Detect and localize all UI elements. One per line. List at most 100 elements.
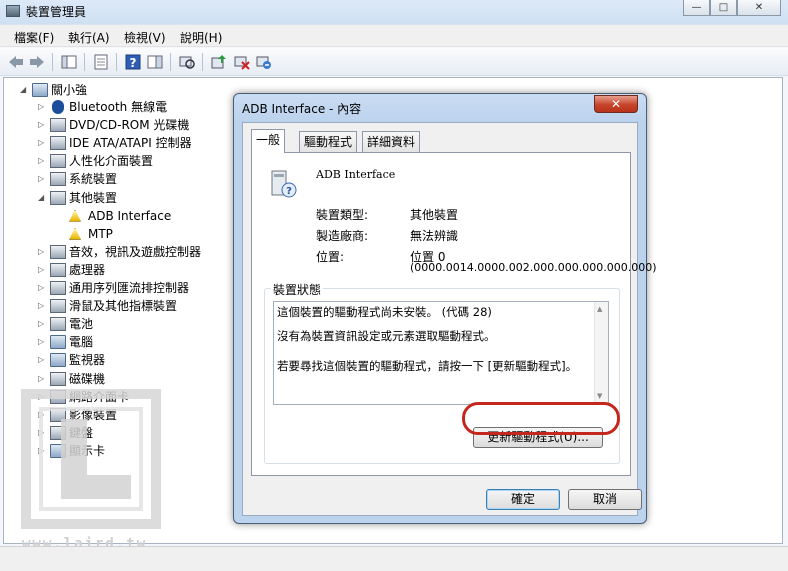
expand-arrow-icon[interactable]: ▷ xyxy=(38,333,48,351)
action-pane-icon[interactable] xyxy=(146,53,164,71)
usb-controller-icon xyxy=(50,281,66,295)
forward-arrow-icon[interactable] xyxy=(28,53,46,71)
window-title: 裝置管理員 xyxy=(26,5,87,19)
dialog-client: 一般 驅動程式 詳細資料 ? ADB Interface 裝置類型: 其他裝置 … xyxy=(242,122,657,516)
expand-arrow-icon[interactable]: ▷ xyxy=(38,297,48,315)
location-label: 位置: xyxy=(316,250,345,264)
tree-item-label: IDE ATA/ATAPI 控制器 xyxy=(69,136,192,151)
menu-help[interactable]: 說明(H) xyxy=(180,29,222,46)
system-device-icon xyxy=(50,172,66,187)
manufacturer-label: 製造廠商: xyxy=(316,229,369,243)
expand-arrow-icon[interactable]: ▷ xyxy=(38,279,48,297)
processor-icon xyxy=(50,262,66,277)
expand-arrow-icon[interactable]: ▷ xyxy=(38,116,48,134)
cancel-button[interactable]: 取消 xyxy=(568,489,642,510)
toolbar: ? xyxy=(0,48,788,76)
tree-item-label: ADB Interface xyxy=(88,208,172,223)
tree-item-label: 監視器 xyxy=(69,353,106,368)
back-arrow-icon[interactable] xyxy=(7,53,25,71)
tab-details[interactable]: 詳細資料 xyxy=(362,131,421,152)
close-button[interactable]: ✕ xyxy=(737,0,781,16)
tab-general[interactable]: 一般 xyxy=(251,129,286,153)
sound-icon xyxy=(50,244,66,259)
properties-dialog: ADB Interface - 內容 ✕ 一般 驅動程式 詳細資料 ? ADB … xyxy=(233,93,657,524)
device-manager-icon xyxy=(6,5,20,17)
unknown-device-icon: ? xyxy=(271,170,297,198)
svg-text:?: ? xyxy=(130,56,137,70)
expand-arrow-icon[interactable]: ▷ xyxy=(38,370,48,388)
tree-item-label: 人性化介面裝置 xyxy=(69,154,154,169)
device-status-title: 裝置狀態 xyxy=(271,281,324,298)
title-bar: 裝置管理員 — □ ✕ xyxy=(0,0,788,24)
tree-item-label: 其他裝置 xyxy=(69,190,118,205)
tree-item-label: 處理器 xyxy=(69,262,106,277)
tree-item-label: 音效，視訊及遊戲控制器 xyxy=(69,244,202,259)
tree-item-label: Bluetooth 無線電 xyxy=(69,100,168,114)
dialog-title: ADB Interface - 內容 xyxy=(242,102,362,116)
battery-icon xyxy=(50,317,66,332)
update-driver-icon[interactable] xyxy=(210,53,228,71)
tree-item-label: MTP xyxy=(88,226,113,241)
uninstall-device-icon[interactable] xyxy=(233,53,251,71)
dvd-drive-icon xyxy=(50,118,66,133)
disk-drive-icon xyxy=(50,371,66,386)
ide-controller-icon xyxy=(50,136,66,151)
svg-text:?: ? xyxy=(286,186,292,197)
status-line: 若要尋找這個裝置的驅動程式，請按一下 [更新驅動程式]。 xyxy=(277,359,578,373)
tree-item-label: 電池 xyxy=(69,317,94,332)
warning-device-icon xyxy=(69,227,81,240)
dialog-close-button[interactable]: ✕ xyxy=(594,95,638,113)
show-hide-console-tree-icon[interactable] xyxy=(60,53,78,71)
menu-action[interactable]: 執行(A) xyxy=(68,29,110,46)
expand-arrow-icon[interactable]: ▷ xyxy=(38,315,48,333)
properties-icon[interactable] xyxy=(92,53,110,71)
expand-arrow-icon[interactable]: ▷ xyxy=(38,243,48,261)
device-status-group: 裝置狀態 這個裝置的驅動程式尚未安裝。 (代碼 28) 沒有為裝置資訊設定或元素… xyxy=(264,281,620,464)
warning-device-icon xyxy=(69,209,81,222)
device-type-value: 其他裝置 xyxy=(410,208,459,222)
minimize-button[interactable]: — xyxy=(683,0,710,16)
expand-arrow-icon[interactable]: ▷ xyxy=(38,152,48,170)
mouse-icon xyxy=(50,299,66,314)
menu-file[interactable]: 檔案(F) xyxy=(14,29,54,46)
device-status-text[interactable]: 這個裝置的驅動程式尚未安裝。 (代碼 28) 沒有為裝置資訊設定或元素選取驅動程… xyxy=(273,301,609,405)
tree-item-label: 磁碟機 xyxy=(69,371,106,386)
maximize-button[interactable]: □ xyxy=(710,0,737,16)
device-name: ADB Interface xyxy=(316,168,396,181)
highlight-annotation xyxy=(462,402,620,435)
tree-item-label: 系統裝置 xyxy=(69,172,118,187)
status-line: 沒有為裝置資訊設定或元素選取驅動程式。 xyxy=(277,329,496,343)
manufacturer-value: 無法辨識 xyxy=(410,229,459,243)
help-icon[interactable]: ? xyxy=(124,53,142,71)
tree-item-label: 滑鼠及其他指標裝置 xyxy=(69,299,178,314)
expand-arrow-icon[interactable]: ▷ xyxy=(38,134,48,152)
tab-driver[interactable]: 驅動程式 xyxy=(299,131,358,152)
laird-watermark-logo xyxy=(21,389,161,529)
collapse-arrow-icon[interactable]: ◢ xyxy=(38,189,48,207)
computer-icon xyxy=(50,335,66,350)
ok-button[interactable]: 確定 xyxy=(486,489,560,510)
expand-arrow-icon[interactable]: ▷ xyxy=(38,98,48,116)
monitor-icon xyxy=(50,353,66,368)
tree-item-label: DVD/CD-ROM 光碟機 xyxy=(69,118,190,133)
bluetooth-icon xyxy=(52,100,64,114)
tree-item-label: 電腦 xyxy=(69,335,94,350)
collapse-arrow-icon[interactable]: ◢ xyxy=(20,81,30,99)
computer-icon xyxy=(32,83,48,97)
menu-view[interactable]: 檢視(V) xyxy=(124,29,166,46)
device-type-label: 裝置類型: xyxy=(316,208,369,222)
disable-device-icon[interactable] xyxy=(255,53,273,71)
tree-root-label: 關小強 xyxy=(51,83,88,97)
expand-arrow-icon[interactable]: ▷ xyxy=(38,170,48,188)
status-line: 這個裝置的驅動程式尚未安裝。 (代碼 28) xyxy=(277,305,492,319)
tree-item-label: 通用序列匯流排控制器 xyxy=(69,281,190,295)
status-bar xyxy=(0,546,788,571)
expand-arrow-icon[interactable]: ▷ xyxy=(38,351,48,369)
hid-icon xyxy=(50,154,66,169)
menu-bar: 檔案(F) 執行(A) 檢視(V) 說明(H) xyxy=(0,25,788,47)
other-device-icon xyxy=(50,190,66,205)
status-scrollbar[interactable]: ▲ ▼ xyxy=(594,302,608,404)
location-path-value: (0000.0014.0000.002.000.000.000.000.000) xyxy=(410,261,657,274)
scan-hardware-icon[interactable] xyxy=(178,53,196,71)
expand-arrow-icon[interactable]: ▷ xyxy=(38,261,48,279)
